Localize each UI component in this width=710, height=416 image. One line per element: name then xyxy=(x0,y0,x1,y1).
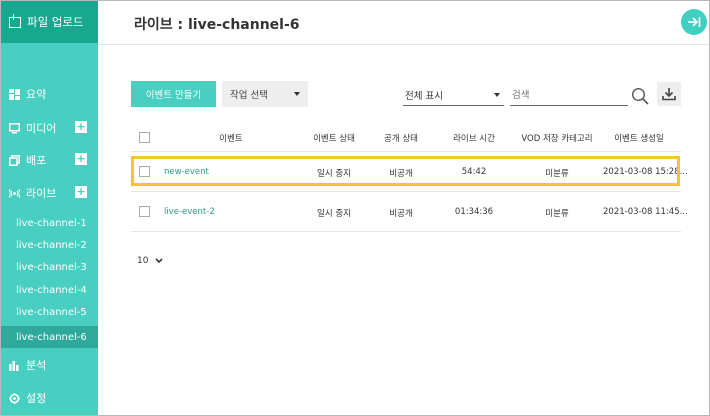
nav-item-media[interactable]: 미디어 + xyxy=(1,117,98,139)
monitor-icon xyxy=(9,122,20,133)
sidebar-item-live-channel-3[interactable]: live-channel-3 xyxy=(1,256,98,278)
upload-icon xyxy=(9,13,21,28)
chevron-down-icon xyxy=(155,258,164,264)
divider xyxy=(131,191,681,192)
copy-icon xyxy=(9,154,20,166)
upload-button[interactable]: 파일 업로드 xyxy=(1,1,98,43)
channel-label: live-channel-1 xyxy=(16,217,87,229)
event-name-link[interactable]: live-event-2 xyxy=(164,207,215,217)
search-input[interactable] xyxy=(510,85,628,106)
chevron-down-icon xyxy=(294,92,300,96)
nav-label-settings: 설정 xyxy=(26,392,47,405)
nav-label-distribution: 배포 xyxy=(26,154,47,167)
created-date: 2021-03-08 11:45... xyxy=(603,207,688,217)
nav-item-live[interactable]: 라이브 + xyxy=(1,182,98,204)
search-icon[interactable] xyxy=(631,87,649,105)
row-checkbox[interactable] xyxy=(139,206,150,217)
column-header-visibility[interactable]: 공개 상태 xyxy=(384,132,418,144)
column-header-event[interactable]: 이벤트 xyxy=(219,132,242,144)
channel-label: live-channel-4 xyxy=(16,284,87,296)
filter-select[interactable]: 전체 표시 xyxy=(403,85,504,106)
divider xyxy=(131,151,681,152)
page-size-select[interactable]: 10 xyxy=(137,256,164,266)
nav-label-live: 라이브 xyxy=(26,187,57,200)
exit-button[interactable] xyxy=(681,9,707,35)
live-duration: 01:34:36 xyxy=(454,207,494,217)
channel-label: live-channel-3 xyxy=(16,261,87,273)
sidebar: 파일 업로드 요약 미디어 + 배포 + 라이브 + live-channel-… xyxy=(1,1,98,415)
nav-label-analytics: 분석 xyxy=(26,359,47,372)
divider xyxy=(131,231,681,232)
nav-item-analytics[interactable]: 분석 xyxy=(1,354,98,376)
grid-icon xyxy=(9,88,20,100)
action-select[interactable]: 작업 선택 xyxy=(222,81,308,107)
add-media-button[interactable]: + xyxy=(75,121,87,133)
channel-label: live-channel-5 xyxy=(16,306,87,318)
event-status: 일시 중지 xyxy=(317,209,351,219)
select-all-checkbox[interactable] xyxy=(139,132,150,143)
bar-chart-icon xyxy=(9,360,19,371)
channel-label: live-channel-2 xyxy=(16,239,87,251)
filter-select-label: 전체 표시 xyxy=(405,91,443,102)
nav-item-summary[interactable]: 요약 xyxy=(1,83,98,105)
sidebar-item-live-channel-6[interactable]: live-channel-6 xyxy=(1,326,98,348)
column-header-live-time[interactable]: 라이브 시간 xyxy=(453,132,495,144)
upload-label: 파일 업로드 xyxy=(27,15,84,29)
page-title: 라이브 : live-channel-6 xyxy=(134,17,300,33)
gear-icon xyxy=(9,392,20,404)
channel-label: live-channel-6 xyxy=(16,331,87,343)
nav-label-summary: 요약 xyxy=(26,88,47,101)
sidebar-item-live-channel-2[interactable]: live-channel-2 xyxy=(1,234,98,256)
download-button[interactable] xyxy=(657,82,681,106)
broadcast-icon xyxy=(9,188,20,198)
download-icon xyxy=(662,88,676,101)
nav-item-distribution[interactable]: 배포 + xyxy=(1,149,98,171)
add-live-button[interactable]: + xyxy=(75,186,87,198)
row-highlight xyxy=(131,156,680,186)
column-header-created-date[interactable]: 이벤트 생성일 xyxy=(614,132,664,144)
chevron-down-icon xyxy=(494,93,500,97)
app-window: 파일 업로드 요약 미디어 + 배포 + 라이브 + live-channel-… xyxy=(0,0,710,416)
column-header-event-status[interactable]: 이벤트 상태 xyxy=(313,132,355,144)
create-event-button[interactable]: 이벤트 만들기 xyxy=(131,81,216,107)
sidebar-item-live-channel-4[interactable]: live-channel-4 xyxy=(1,279,98,301)
page-header: 라이브 : live-channel-6 xyxy=(98,1,709,45)
sidebar-item-live-channel-1[interactable]: live-channel-1 xyxy=(1,212,98,234)
vod-category: 미분류 xyxy=(545,209,569,219)
sidebar-item-live-channel-5[interactable]: live-channel-5 xyxy=(1,301,98,323)
visibility-status: 비공개 xyxy=(389,209,413,219)
page-size-value: 10 xyxy=(137,256,149,266)
add-distribution-button[interactable]: + xyxy=(75,153,87,165)
nav-item-settings[interactable]: 설정 xyxy=(1,387,98,409)
arrow-right-bar-icon xyxy=(688,17,701,27)
action-select-label: 작업 선택 xyxy=(230,90,268,101)
nav-label-media: 미디어 xyxy=(26,122,57,135)
column-header-vod-category[interactable]: VOD 저장 카테고리 xyxy=(521,132,592,144)
